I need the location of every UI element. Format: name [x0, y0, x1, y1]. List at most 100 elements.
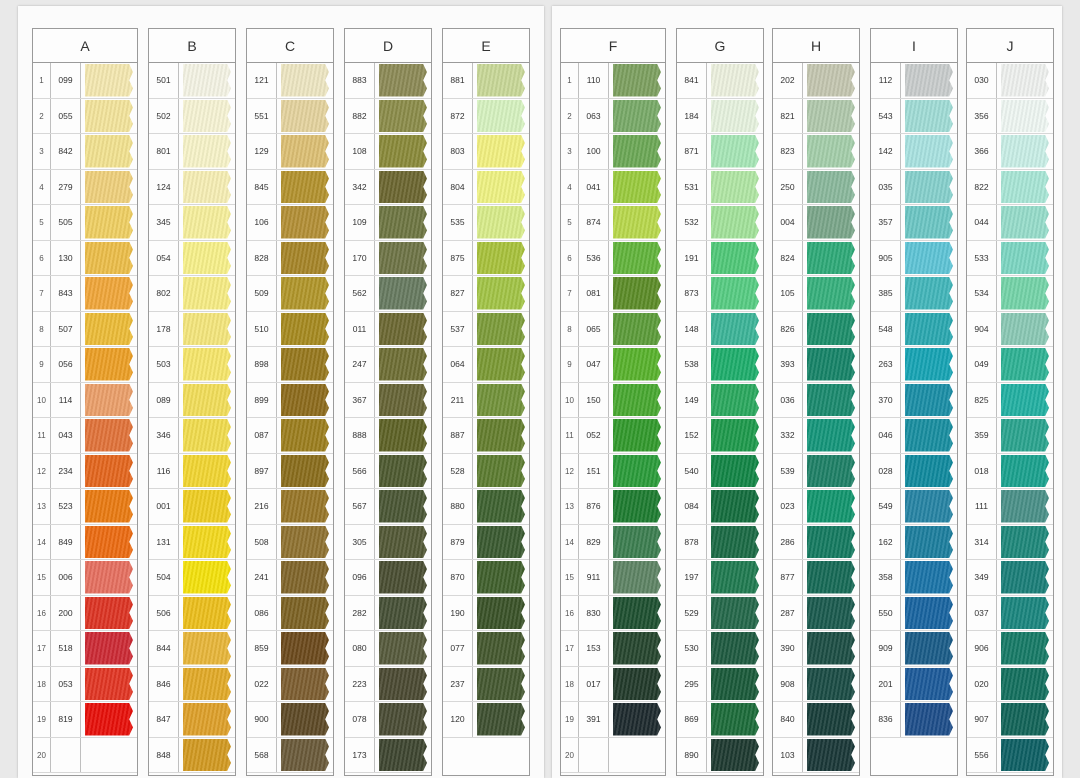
shade-row[interactable]: 295 [677, 666, 763, 702]
shade-row[interactable]: 089 [149, 382, 235, 418]
thread-swatch[interactable] [807, 206, 855, 239]
shade-row[interactable]: 358 [871, 560, 957, 596]
thread-swatch[interactable] [1001, 64, 1049, 97]
shade-row[interactable]: 551 [247, 98, 333, 134]
thread-swatch[interactable] [807, 277, 855, 310]
shade-row[interactable]: 211 [443, 382, 529, 418]
thread-swatch[interactable] [905, 632, 953, 665]
shade-row[interactable]: 112 [871, 63, 957, 99]
thread-swatch[interactable] [807, 419, 855, 452]
shade-row[interactable]: 393 [773, 347, 859, 383]
thread-swatch[interactable] [613, 241, 661, 274]
thread-swatch[interactable] [613, 64, 661, 97]
thread-swatch[interactable] [711, 241, 759, 274]
thread-swatch[interactable] [711, 703, 759, 736]
thread-swatch[interactable] [281, 561, 329, 594]
thread-swatch[interactable] [1001, 632, 1049, 665]
shade-row[interactable]: 508 [247, 524, 333, 560]
shade-row[interactable]: 030 [967, 63, 1053, 99]
thread-swatch[interactable] [613, 383, 661, 416]
shade-row[interactable]: 878 [677, 524, 763, 560]
shade-row[interactable]: 16 200 [33, 595, 137, 631]
thread-swatch[interactable] [807, 135, 855, 168]
shade-row[interactable]: 359 [967, 418, 1053, 454]
thread-swatch[interactable] [1001, 596, 1049, 629]
shade-row[interactable]: 19 819 [33, 702, 137, 738]
thread-swatch[interactable] [183, 525, 231, 558]
shade-row[interactable]: 823 [773, 134, 859, 170]
thread-swatch[interactable] [281, 667, 329, 700]
shade-row[interactable]: 001 [149, 489, 235, 525]
shade-row[interactable]: 345 [149, 205, 235, 241]
thread-swatch[interactable] [379, 99, 427, 132]
thread-swatch[interactable] [85, 703, 133, 736]
thread-swatch[interactable] [807, 525, 855, 558]
shade-row[interactable]: 529 [677, 595, 763, 631]
thread-swatch[interactable] [477, 703, 525, 736]
thread-swatch[interactable] [905, 348, 953, 381]
shade-row[interactable]: 859 [247, 631, 333, 667]
shade-row[interactable]: 064 [443, 347, 529, 383]
thread-swatch[interactable] [807, 667, 855, 700]
thread-swatch[interactable] [807, 312, 855, 345]
thread-swatch[interactable] [613, 170, 661, 203]
shade-row[interactable]: 121 [247, 63, 333, 99]
thread-swatch[interactable] [85, 632, 133, 665]
shade-row[interactable]: 899 [247, 382, 333, 418]
shade-row[interactable]: 152 [677, 418, 763, 454]
shade-row[interactable]: 13 523 [33, 489, 137, 525]
thread-swatch[interactable] [183, 206, 231, 239]
thread-swatch[interactable] [807, 596, 855, 629]
thread-swatch[interactable] [807, 632, 855, 665]
thread-swatch[interactable] [183, 170, 231, 203]
shade-row[interactable]: 385 [871, 276, 957, 312]
shade-row[interactable]: 077 [443, 631, 529, 667]
shade-row[interactable]: 888 [345, 418, 431, 454]
thread-swatch[interactable] [85, 241, 133, 274]
shade-row[interactable]: 503 [149, 347, 235, 383]
thread-swatch[interactable] [807, 490, 855, 523]
shade-row[interactable]: 17 153 [561, 631, 665, 667]
thread-swatch[interactable] [613, 632, 661, 665]
thread-swatch[interactable] [1001, 561, 1049, 594]
shade-row[interactable]: 357 [871, 205, 957, 241]
shade-row[interactable]: 841 [677, 63, 763, 99]
shade-row[interactable]: 7 081 [561, 276, 665, 312]
shade-row[interactable]: 4 279 [33, 169, 137, 205]
shade-row[interactable]: 535 [443, 205, 529, 241]
thread-swatch[interactable] [711, 490, 759, 523]
thread-swatch[interactable] [1001, 277, 1049, 310]
thread-swatch[interactable] [1001, 135, 1049, 168]
thread-swatch[interactable] [711, 596, 759, 629]
thread-swatch[interactable] [905, 561, 953, 594]
shade-row[interactable]: 17 518 [33, 631, 137, 667]
shade-row[interactable]: 173 [345, 737, 431, 773]
shade-row[interactable]: 109 [345, 205, 431, 241]
thread-swatch[interactable] [281, 525, 329, 558]
thread-swatch[interactable] [477, 490, 525, 523]
thread-swatch[interactable] [905, 454, 953, 487]
thread-swatch[interactable] [183, 348, 231, 381]
shade-row[interactable]: 13 876 [561, 489, 665, 525]
thread-swatch[interactable] [183, 667, 231, 700]
thread-swatch[interactable] [1001, 667, 1049, 700]
shade-row[interactable]: 826 [773, 311, 859, 347]
shade-row[interactable]: 908 [773, 666, 859, 702]
thread-swatch[interactable] [85, 667, 133, 700]
thread-swatch[interactable] [711, 454, 759, 487]
shade-row[interactable]: 879 [443, 524, 529, 560]
shade-row[interactable]: 844 [149, 631, 235, 667]
thread-swatch[interactable] [613, 135, 661, 168]
thread-swatch[interactable] [281, 596, 329, 629]
thread-swatch[interactable] [613, 312, 661, 345]
shade-row[interactable]: 282 [345, 595, 431, 631]
thread-swatch[interactable] [183, 561, 231, 594]
thread-swatch[interactable] [905, 490, 953, 523]
shade-row[interactable]: 880 [443, 489, 529, 525]
shade-row[interactable]: 537 [443, 311, 529, 347]
shade-row[interactable]: 9 056 [33, 347, 137, 383]
thread-swatch[interactable] [281, 632, 329, 665]
shade-row[interactable]: 263 [871, 347, 957, 383]
shade-row[interactable]: 847 [149, 702, 235, 738]
shade-row[interactable]: 105 [773, 276, 859, 312]
